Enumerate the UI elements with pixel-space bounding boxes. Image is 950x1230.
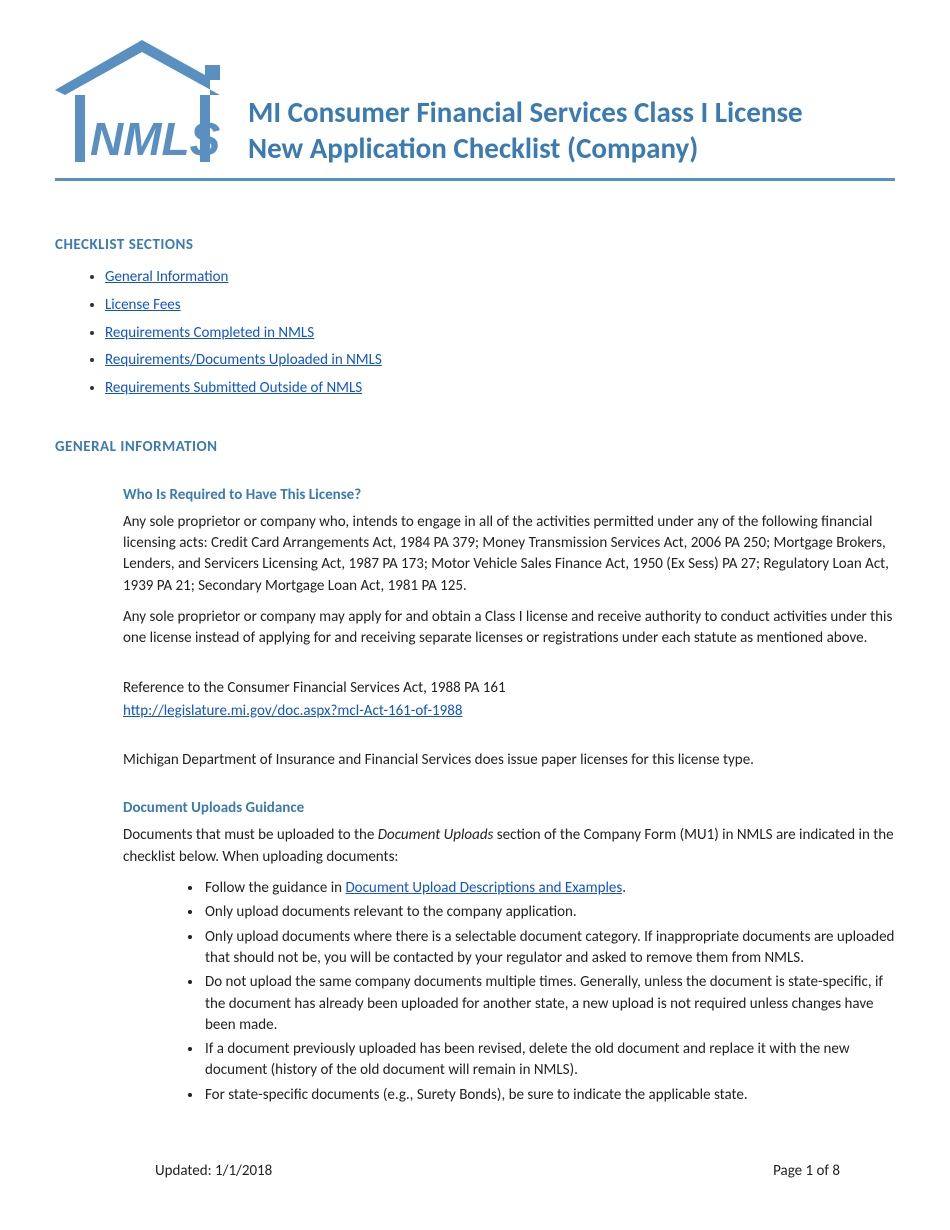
page-number: Page 1 of 8 <box>773 1162 840 1180</box>
general-information-content: Who Is Required to Have This License? An… <box>55 486 895 1106</box>
checklist-sections-heading: CHECKLIST SECTIONS <box>55 236 895 254</box>
list-item: Requirements Completed in NMLS <box>105 320 895 348</box>
document-uploads-heading: Document Uploads Guidance <box>123 799 895 817</box>
nmls-logo-icon: NMLS <box>55 40 230 170</box>
reference-label: Reference to the Consumer Financial Serv… <box>123 678 895 699</box>
link-upload-descriptions[interactable]: Document Upload Descriptions and Example… <box>345 879 622 897</box>
guidance-1-pre: Follow the guidance in <box>205 879 345 897</box>
list-item: If a document previously uploaded has be… <box>203 1039 895 1082</box>
who-required-paragraph-2: Any sole proprietor or company may apply… <box>123 607 895 650</box>
intro-pre: Documents that must be uploaded to the <box>123 826 378 844</box>
link-requirements-uploaded[interactable]: Requirements/Documents Uploaded in NMLS <box>105 351 382 369</box>
list-item: Requirements Submitted Outside of NMLS <box>105 375 895 403</box>
list-item: Only upload documents relevant to the co… <box>203 902 895 923</box>
guidance-list: Follow the guidance in Document Upload D… <box>123 878 895 1106</box>
link-requirements-outside[interactable]: Requirements Submitted Outside of NMLS <box>105 379 362 397</box>
reference-url-line: http://legislature.mi.gov/doc.aspx?mcl-A… <box>123 701 895 722</box>
list-item: Follow the guidance in Document Upload D… <box>203 878 895 899</box>
list-item: Only upload documents where there is a s… <box>203 927 895 970</box>
link-general-information[interactable]: General Information <box>105 268 228 286</box>
title-line-2: New Application Checklist (Company) <box>248 130 803 166</box>
who-required-paragraph-1: Any sole proprietor or company who, inte… <box>123 512 895 597</box>
reference-url-link[interactable]: http://legislature.mi.gov/doc.aspx?mcl-A… <box>123 702 462 720</box>
list-item: For state-specific documents (e.g., Sure… <box>203 1085 895 1106</box>
document-uploads-intro: Documents that must be uploaded to the D… <box>123 825 895 868</box>
list-item: License Fees <box>105 292 895 320</box>
page-footer: Updated: 1/1/2018 Page 1 of 8 <box>155 1162 840 1180</box>
link-requirements-completed[interactable]: Requirements Completed in NMLS <box>105 324 314 342</box>
list-item: Requirements/Documents Uploaded in NMLS <box>105 347 895 375</box>
document-header: NMLS MI Consumer Financial Services Clas… <box>55 40 895 181</box>
title-line-1: MI Consumer Financial Services Class I L… <box>248 94 803 130</box>
link-license-fees[interactable]: License Fees <box>105 296 181 314</box>
who-required-heading: Who Is Required to Have This License? <box>123 486 895 504</box>
intro-italic: Document Uploads <box>378 826 494 844</box>
guidance-1-post: . <box>622 879 626 897</box>
paper-licenses-paragraph: Michigan Department of Insurance and Fin… <box>123 750 895 771</box>
checklist-sections-list: General Information License Fees Require… <box>55 264 895 403</box>
title-block: MI Consumer Financial Services Class I L… <box>248 94 803 171</box>
updated-date: Updated: 1/1/2018 <box>155 1162 272 1180</box>
list-item: General Information <box>105 264 895 292</box>
general-information-heading: GENERAL INFORMATION <box>55 438 895 456</box>
list-item: Do not upload the same company documents… <box>203 972 895 1036</box>
svg-text:NMLS: NMLS <box>90 113 221 165</box>
